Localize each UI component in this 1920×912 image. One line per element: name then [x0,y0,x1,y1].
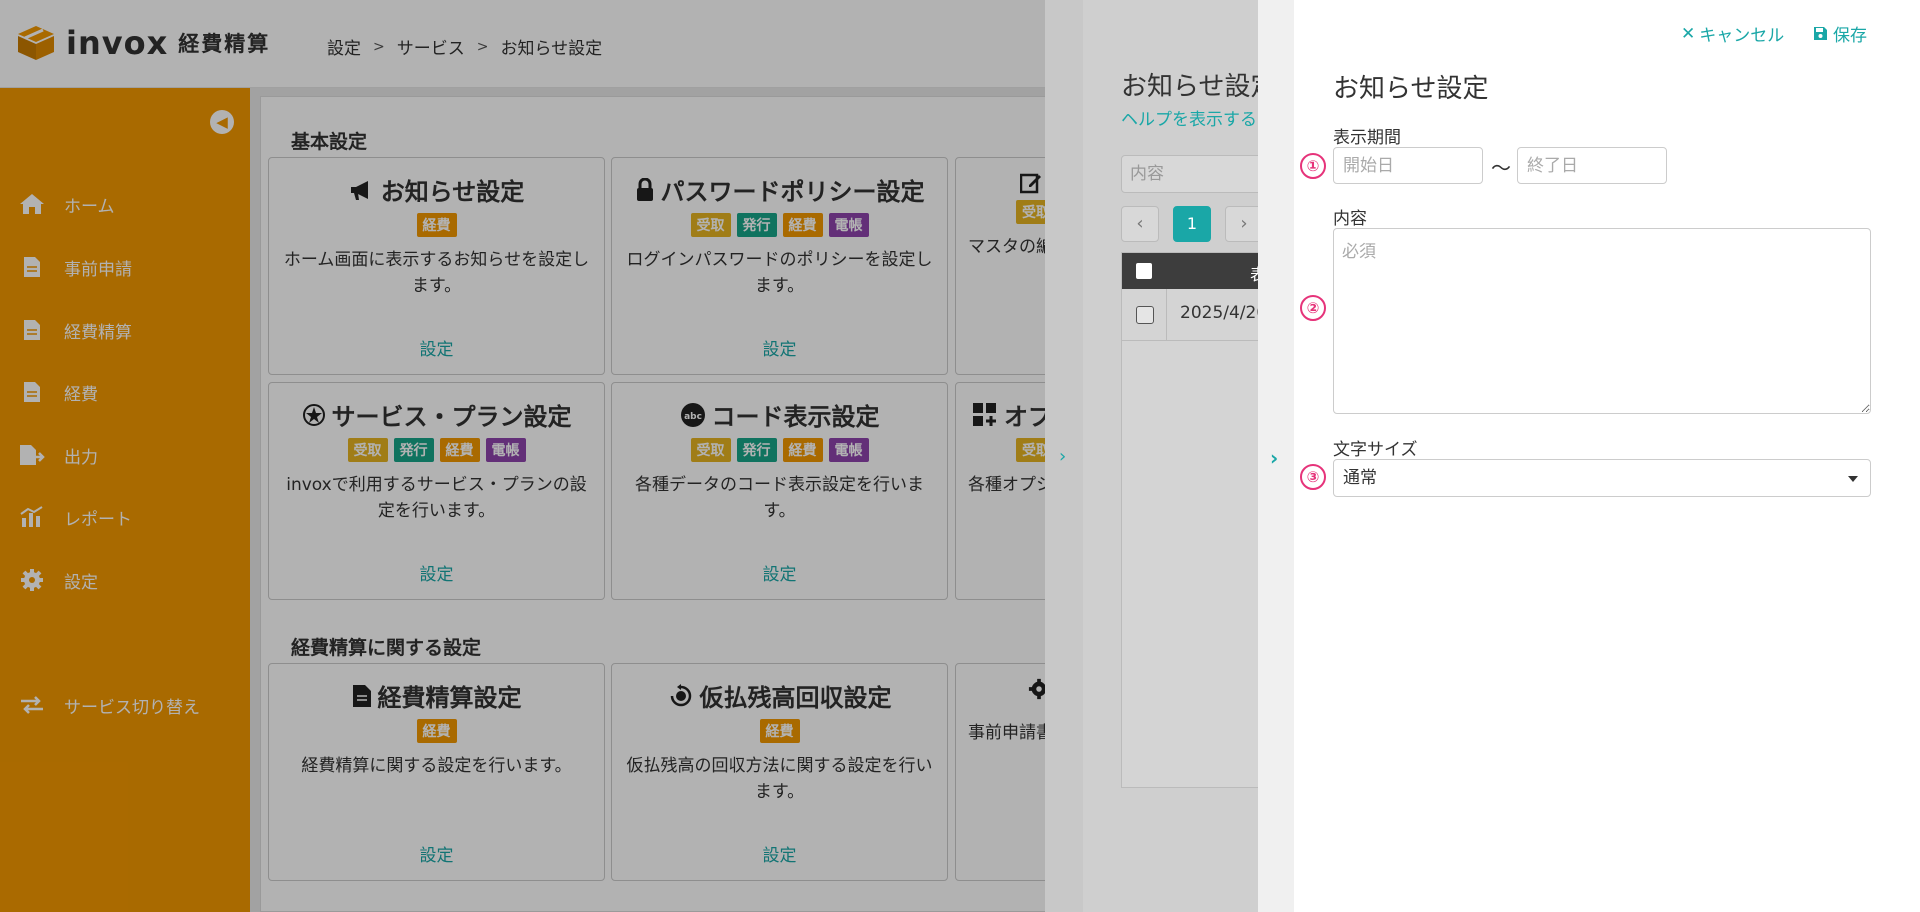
font-size-value: 通常 [1343,468,1377,488]
content-textarea[interactable] [1333,228,1871,414]
marker-2-badge: ② [1300,295,1326,321]
drawer-title: お知らせ設定 [1121,72,1277,102]
save-label: 保存 [1833,26,1867,46]
cancel-label: キャンセル [1699,26,1785,46]
drawer-collapse-strip[interactable]: › [1045,0,1083,912]
drawer-collapse-strip[interactable]: › [1258,0,1294,912]
help-link[interactable]: ヘルプを表示する [1121,105,1257,130]
cancel-button[interactable]: ✕ キャンセル [1681,21,1785,47]
marker-1-badge: ① [1300,153,1326,179]
row-date: 2025/4/20 [1180,303,1268,323]
select-all-checkbox[interactable] [1136,263,1152,279]
caret-down-icon [1848,476,1858,482]
save-button[interactable]: 保存 [1813,21,1867,46]
marker-3-badge: ③ [1300,464,1326,490]
floppy-disk-icon [1813,26,1828,41]
row-checkbox[interactable] [1136,306,1154,324]
end-date-input[interactable] [1517,147,1667,184]
close-icon: ✕ [1681,23,1696,44]
font-size-label: 文字サイズ [1333,440,1418,460]
pager-page-1[interactable]: 1 [1173,206,1211,242]
chevron-right-icon[interactable]: › [1270,446,1278,470]
notice-edit-drawer: › ✕ キャンセル 保存 お知らせ設定 表示期間 ① 〜 内容 ② 文字サイズ … [1258,0,1920,912]
pager-prev-button[interactable]: ‹ [1121,206,1159,242]
content-label: 内容 [1333,209,1367,229]
range-tilde: 〜 [1491,156,1511,180]
chevron-right-icon[interactable]: › [1059,446,1066,467]
drawer-title: お知らせ設定 [1333,74,1489,104]
period-label: 表示期間 [1333,128,1401,148]
font-size-select[interactable]: 通常 [1333,459,1871,497]
column-divider [1166,289,1167,341]
start-date-input[interactable] [1333,147,1483,184]
